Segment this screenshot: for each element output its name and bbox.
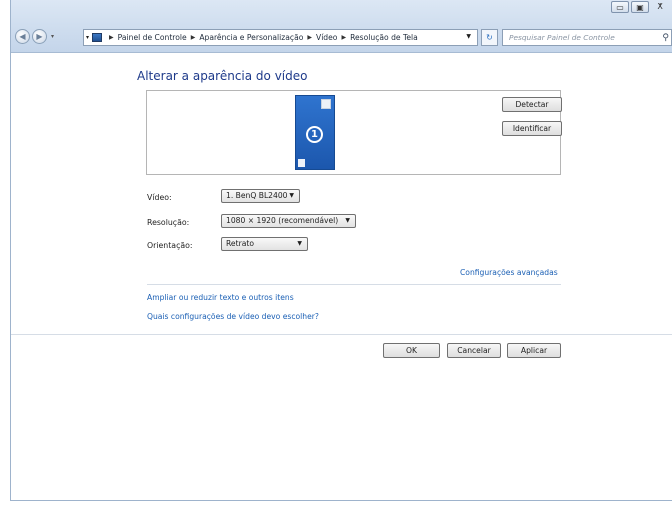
orientation-select[interactable]: Retrato ▼: [221, 237, 308, 251]
chevron-down-icon: ▼: [289, 192, 294, 199]
cancel-button[interactable]: Cancelar: [447, 343, 501, 358]
breadcrumb-video[interactable]: Vídeo: [316, 33, 337, 42]
breadcrumb-separator-icon[interactable]: ▶: [191, 34, 196, 41]
window-controls: ▭ ▣ ⵅ: [611, 1, 669, 13]
refresh-icon: ↻: [486, 33, 493, 42]
forward-icon: ▶: [36, 32, 43, 41]
search-icon[interactable]: ⚲: [662, 31, 669, 46]
breadcrumb-screen-resolution[interactable]: Resolução de Tela: [350, 33, 418, 42]
back-button[interactable]: ◀: [15, 29, 30, 44]
main-content: Alterar a aparência do vídeo 1 Detectar …: [11, 53, 672, 499]
address-bar[interactable]: ▾ ▶ Painel de Controle ▶ Aparência e Per…: [83, 29, 478, 46]
apply-button[interactable]: Aplicar: [507, 343, 561, 358]
advanced-settings-link[interactable]: Configurações avançadas: [460, 268, 558, 277]
which-settings-link[interactable]: Quais configurações de vídeo devo escolh…: [147, 312, 319, 321]
video-select[interactable]: 1. BenQ BL2400 ▼: [221, 189, 300, 203]
identify-button[interactable]: Identificar: [502, 121, 562, 136]
resolution-label: Resolução:: [147, 218, 190, 227]
detect-button[interactable]: Detectar: [502, 97, 562, 112]
close-button[interactable]: ⵅ: [651, 1, 669, 13]
monitor-corner-icon: [298, 159, 305, 167]
text-size-link[interactable]: Ampliar ou reduzir texto e outros itens: [147, 293, 294, 302]
monitor-number: 1: [306, 126, 323, 143]
display-preview: 1 Detectar Identificar: [146, 90, 562, 175]
video-select-value: 1. BenQ BL2400: [226, 191, 288, 200]
breadcrumb-appearance[interactable]: Aparência e Personalização: [199, 33, 303, 42]
history-dropdown-icon[interactable]: ▾: [51, 33, 54, 40]
breadcrumb-separator-icon[interactable]: ▶: [341, 34, 346, 41]
resolution-select[interactable]: 1080 × 1920 (recomendável) ▼: [221, 214, 356, 228]
page-title: Alterar a aparência do vídeo: [137, 69, 308, 83]
chevron-down-icon[interactable]: ▼: [466, 33, 471, 40]
minimize-button[interactable]: ▭: [611, 1, 629, 13]
orientation-select-value: Retrato: [226, 239, 254, 248]
computer-icon: [92, 33, 103, 42]
breadcrumb-separator-icon[interactable]: ▶: [307, 34, 312, 41]
breadcrumb-separator-icon[interactable]: ▶: [109, 34, 114, 41]
search-input[interactable]: Pesquisar Painel de Controle ⚲: [502, 29, 672, 46]
maximize-button[interactable]: ▣: [631, 1, 649, 13]
resolution-select-value: 1080 × 1920 (recomendável): [226, 216, 339, 225]
screen-resolution-window: ▭ ▣ ⵅ ◀ ▶ ▾ ▾ ▶ Painel de Controle ▶ Apa…: [10, 0, 672, 501]
orientation-label: Orientação:: [147, 241, 193, 250]
search-placeholder: Pesquisar Painel de Controle: [509, 33, 615, 42]
refresh-button[interactable]: ↻: [481, 29, 498, 46]
breadcrumb-control-panel[interactable]: Painel de Controle: [118, 33, 187, 42]
chevron-down-icon: ▼: [297, 240, 302, 247]
monitor-1[interactable]: 1: [295, 95, 335, 170]
footer-divider: [11, 334, 672, 335]
ok-button[interactable]: OK: [383, 343, 440, 358]
video-label: Vídeo:: [147, 193, 172, 202]
divider: [147, 284, 561, 285]
monitor-corner-icon: [321, 99, 331, 109]
forward-button[interactable]: ▶: [32, 29, 47, 44]
back-icon: ◀: [19, 32, 26, 41]
address-dropdown-icon[interactable]: ▾: [86, 34, 89, 41]
chevron-down-icon: ▼: [345, 217, 350, 224]
title-bar: ▭ ▣ ⵅ ◀ ▶ ▾ ▾ ▶ Painel de Controle ▶ Apa…: [11, 0, 672, 53]
